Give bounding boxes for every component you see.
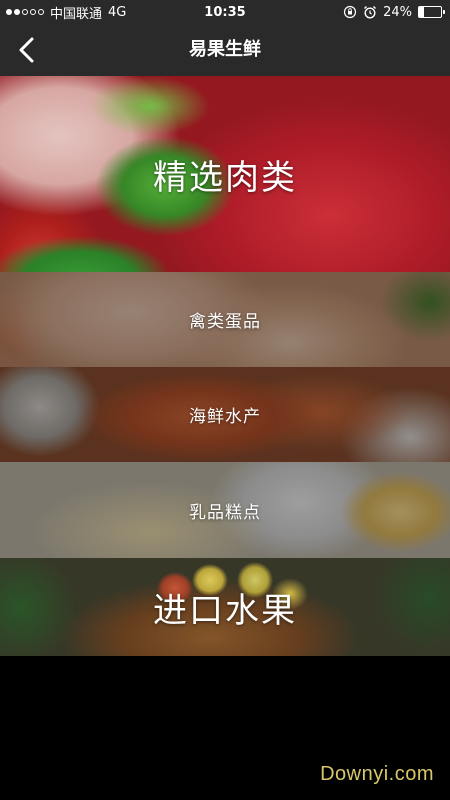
category-label: 禽类蛋品 [189, 312, 261, 332]
network-type: 4G [108, 4, 127, 20]
status-right: 24% [343, 4, 445, 20]
category-label: 精选肉类 [153, 157, 297, 198]
category-meat[interactable]: 精选肉类 [0, 76, 450, 272]
category-label: 海鲜水产 [189, 407, 261, 427]
category-dairy-pastry[interactable]: 乳品糕点 [0, 462, 450, 558]
category-label: 乳品糕点 [189, 502, 261, 523]
status-bar: 中国联通 4G 10:35 24% [0, 0, 450, 24]
category-seafood[interactable]: 海鲜水产 [0, 367, 450, 462]
empty-content-area: Downyi.com [0, 656, 450, 800]
signal-strength-icon [6, 9, 44, 15]
signal-dot [6, 9, 12, 15]
battery-percent: 24% [383, 4, 412, 20]
signal-dot [14, 9, 20, 15]
signal-dot [30, 9, 36, 15]
category-imported-fruit[interactable]: 进口水果 [0, 558, 450, 656]
watermark: Downyi.com [320, 763, 434, 785]
page-title: 易果生鲜 [189, 39, 261, 60]
rotation-lock-icon [343, 5, 357, 19]
category-poultry-eggs[interactable]: 禽类蛋品 [0, 272, 450, 367]
navigation-bar: 易果生鲜 [0, 24, 450, 76]
status-left: 中国联通 4G [6, 3, 126, 22]
signal-dot [22, 9, 28, 15]
app-screen: 中国联通 4G 10:35 24% 易果生鲜 精选肉类 禽类蛋品 海鲜水产 乳品… [0, 0, 450, 800]
signal-dot [38, 9, 44, 15]
carrier-name: 中国联通 [50, 6, 103, 22]
alarm-clock-icon [364, 6, 377, 19]
battery-icon [418, 6, 445, 18]
battery-fill [419, 7, 425, 17]
category-label: 进口水果 [153, 590, 297, 631]
